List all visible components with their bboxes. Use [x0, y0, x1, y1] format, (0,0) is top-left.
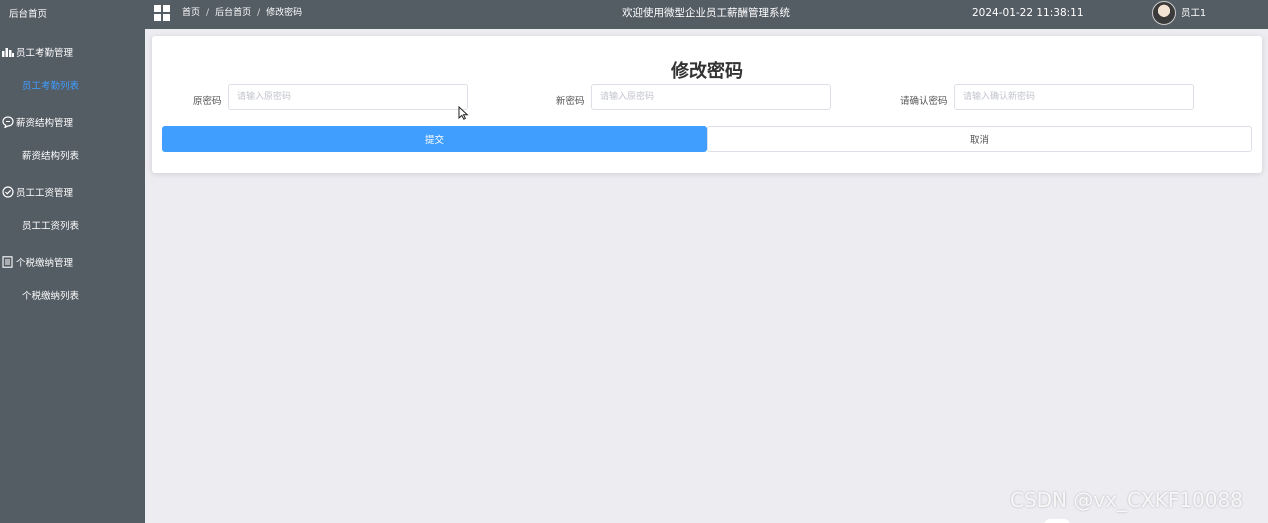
grid-menu-icon[interactable]	[154, 5, 170, 21]
top-bar: 首页 / 后台首页 / 修改密码 欢迎使用微型企业员工薪酬管理系统 2024-0…	[145, 0, 1268, 29]
sidebar-group-attendance[interactable]: 员工考勤管理	[0, 34, 145, 69]
confirm-password-input[interactable]	[954, 84, 1194, 110]
breadcrumb-separator: /	[206, 8, 210, 18]
datetime-display: 2024-01-22 11:38:11	[972, 7, 1084, 19]
sidebar-item-salary-structure-list[interactable]: 薪资结构列表	[0, 139, 145, 174]
old-password-label: 原密码	[193, 96, 222, 107]
page-title: 修改密码	[671, 61, 743, 82]
sidebar-group-label: 员工考勤管理	[16, 47, 74, 59]
cancel-button[interactable]: 取消	[707, 126, 1252, 152]
sidebar-item-wages-list[interactable]: 员工工资列表	[0, 209, 145, 244]
sidebar-group-wages[interactable]: 员工工资管理	[0, 174, 145, 209]
username[interactable]: 员工1	[1181, 0, 1206, 28]
breadcrumb-admin-home[interactable]: 后台首页	[215, 0, 251, 29]
new-password-input[interactable]	[591, 84, 831, 110]
system-title: 欢迎使用微型企业员工薪酬管理系统	[622, 7, 790, 19]
mouse-cursor-icon	[458, 106, 469, 120]
breadcrumb: 首页 / 后台首页 / 修改密码	[182, 0, 302, 29]
bar-chart-icon	[1, 45, 14, 58]
avatar[interactable]	[1152, 1, 1176, 25]
sidebar-group-salary-structure[interactable]: 薪资结构管理	[0, 104, 145, 139]
chat-bubble-icon	[1, 115, 14, 128]
confirm-password-label: 请确认密码	[900, 96, 948, 107]
check-circle-icon	[1, 185, 14, 198]
sidebar-group-label: 个税缴纳管理	[16, 257, 74, 269]
sidebar-home-link[interactable]: 后台首页	[0, 0, 145, 30]
sidebar-item-tax-list[interactable]: 个税缴纳列表	[0, 279, 145, 314]
new-password-label: 新密码	[556, 96, 585, 107]
floating-tab[interactable]	[1044, 519, 1070, 523]
change-password-card: 修改密码 原密码 新密码 请确认密码 提交 取消	[152, 36, 1262, 173]
breadcrumb-current: 修改密码	[266, 8, 303, 18]
watermark: CSDN @vx_CXKF10088	[1010, 488, 1243, 512]
breadcrumb-home[interactable]: 首页	[182, 0, 200, 29]
breadcrumb-separator: /	[257, 8, 261, 18]
submit-button[interactable]: 提交	[162, 126, 707, 152]
sidebar-item-attendance-list[interactable]: 员工考勤列表	[0, 69, 145, 104]
old-password-input[interactable]	[228, 84, 468, 110]
sidebar-group-tax[interactable]: 个税缴纳管理	[0, 244, 145, 279]
sidebar-group-label: 员工工资管理	[16, 187, 74, 199]
document-icon	[1, 255, 14, 268]
sidebar: 后台首页 员工考勤管理 员工考勤列表 薪资结构管理 薪资结构列表 员工工资管理 …	[0, 0, 145, 523]
sidebar-group-label: 薪资结构管理	[16, 117, 74, 129]
